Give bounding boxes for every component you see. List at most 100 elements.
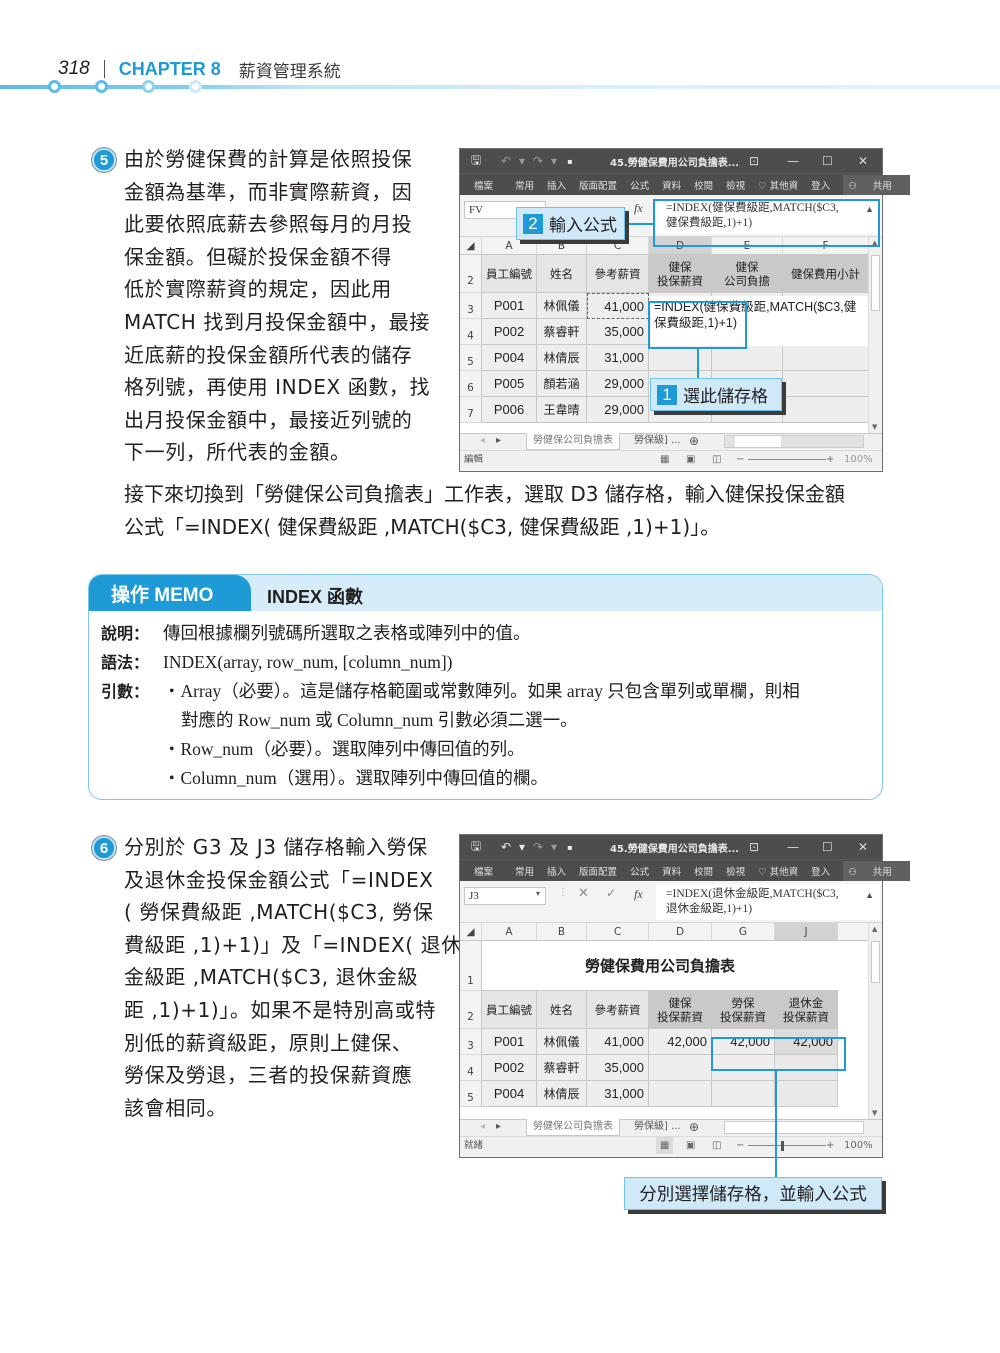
- prev-sheet-icon[interactable]: ◂: [480, 435, 485, 446]
- cell-id[interactable]: P005: [482, 371, 537, 397]
- cell-name[interactable]: 林倩辰: [537, 345, 587, 371]
- cell-g[interactable]: [712, 1081, 775, 1107]
- row-header[interactable]: 3: [460, 293, 482, 319]
- page-layout-view-icon[interactable]: ▣: [686, 451, 695, 468]
- cell-f[interactable]: [783, 345, 869, 371]
- header-cell[interactable]: 參考薪資: [587, 255, 649, 293]
- sign-in-link[interactable]: 登入: [811, 178, 830, 192]
- name-box-dropdown-icon[interactable]: ▾: [536, 889, 540, 898]
- tell-me-button[interactable]: ♡ 其他資: [758, 864, 798, 878]
- undo-dropdown-icon[interactable]: ▾: [514, 840, 530, 854]
- undo-icon[interactable]: ↶: [498, 154, 514, 168]
- sheet-title-cell[interactable]: 勞健保費用公司負擔表: [482, 941, 838, 991]
- row-header[interactable]: 2: [460, 255, 482, 293]
- tab-view[interactable]: 檢視: [726, 178, 745, 192]
- tab-file[interactable]: 檔案: [474, 864, 493, 878]
- header-cell[interactable]: 健保 公司負擔: [712, 255, 783, 293]
- tab-data[interactable]: 資料: [662, 864, 681, 878]
- cell-id[interactable]: P002: [482, 1055, 537, 1081]
- normal-view-icon[interactable]: ▦: [656, 1137, 674, 1154]
- tab-file[interactable]: 檔案: [474, 178, 493, 192]
- sign-in-link[interactable]: 登入: [811, 864, 830, 878]
- close-icon[interactable]: ✕: [858, 840, 868, 854]
- customize-toolbar-icon[interactable]: ▪: [562, 843, 578, 852]
- header-cell[interactable]: 健保 投保薪資: [649, 991, 712, 1029]
- cell-id[interactable]: P002: [482, 319, 537, 345]
- sheet-tab[interactable]: 勞保級] ...: [628, 1119, 687, 1136]
- row-header[interactable]: 1: [460, 941, 482, 991]
- header-cell[interactable]: 員工編號: [482, 991, 537, 1029]
- cell-name[interactable]: 蔡睿軒: [537, 1055, 587, 1081]
- cell-name[interactable]: 王韋晴: [537, 397, 587, 423]
- next-sheet-icon[interactable]: ▸: [496, 435, 501, 446]
- tab-home[interactable]: 常用: [515, 178, 534, 192]
- cell-f[interactable]: [783, 371, 869, 397]
- row-header[interactable]: 7: [460, 397, 482, 423]
- sheet-tab[interactable]: 勞保級] ...: [628, 433, 687, 450]
- formula-bar-grip[interactable]: ⋮: [558, 887, 568, 898]
- share-button[interactable]: ⚇ 共用: [843, 860, 910, 881]
- tab-formulas[interactable]: 公式: [630, 864, 649, 878]
- minimize-icon[interactable]: —: [787, 840, 799, 854]
- column-header[interactable]: B: [537, 923, 587, 941]
- cell-name[interactable]: 蔡睿軒: [537, 319, 587, 345]
- zoom-out-icon[interactable]: −: [736, 1137, 744, 1154]
- vertical-scrollbar[interactable]: ▲ ▼: [868, 923, 882, 1119]
- row-header[interactable]: 6: [460, 371, 482, 397]
- tab-review[interactable]: 校閱: [694, 178, 713, 192]
- tab-view[interactable]: 檢視: [726, 864, 745, 878]
- cell-salary[interactable]: 35,000: [587, 319, 649, 345]
- header-cell[interactable]: 姓名: [537, 991, 587, 1029]
- cell-salary[interactable]: 29,000: [587, 397, 649, 423]
- tab-formulas[interactable]: 公式: [630, 178, 649, 192]
- cell-name[interactable]: 顏若涵: [537, 371, 587, 397]
- prev-sheet-icon[interactable]: ◂: [480, 1121, 485, 1132]
- page-layout-view-icon[interactable]: ▣: [686, 1137, 695, 1154]
- ribbon-display-icon[interactable]: ⊡: [749, 840, 759, 854]
- header-cell[interactable]: 健保 投保薪資: [649, 255, 712, 293]
- zoom-level[interactable]: 100%: [844, 1137, 873, 1154]
- cell-salary[interactable]: 31,000: [587, 1081, 649, 1107]
- cell-d[interactable]: 42,000: [649, 1029, 712, 1055]
- cell-salary[interactable]: 41,000: [587, 1029, 649, 1055]
- cell-id[interactable]: P004: [482, 345, 537, 371]
- tab-data[interactable]: 資料: [662, 178, 681, 192]
- row-header[interactable]: 5: [460, 345, 482, 371]
- enter-icon[interactable]: ✓: [606, 886, 616, 900]
- cell-d[interactable]: [649, 1081, 712, 1107]
- row-header[interactable]: 3: [460, 1029, 482, 1055]
- cell-id[interactable]: P006: [482, 397, 537, 423]
- tab-review[interactable]: 校閱: [694, 864, 713, 878]
- redo-icon[interactable]: ↷: [530, 840, 546, 854]
- redo-icon[interactable]: ↷: [530, 154, 546, 168]
- add-sheet-icon[interactable]: ⊕: [689, 434, 699, 448]
- cell-salary[interactable]: 35,000: [587, 1055, 649, 1081]
- header-cell[interactable]: 健保費用小計: [783, 255, 869, 293]
- column-header[interactable]: C: [587, 923, 649, 941]
- column-header[interactable]: D: [649, 923, 712, 941]
- vertical-scrollbar[interactable]: ▲ ▼: [868, 237, 882, 433]
- formula-input[interactable]: =INDEX(退休金級距,MATCH($C3, 退休金級距,1)+1) ▲: [656, 884, 880, 920]
- close-icon[interactable]: ✕: [858, 154, 868, 168]
- horizontal-scrollbar[interactable]: [724, 435, 864, 448]
- tab-page-layout[interactable]: 版面配置: [579, 864, 617, 878]
- header-cell[interactable]: 參考薪資: [587, 991, 649, 1029]
- insert-function-icon[interactable]: fx: [634, 887, 643, 902]
- ribbon-display-icon[interactable]: ⊡: [749, 154, 759, 168]
- cell-name[interactable]: 林佩儀: [537, 1029, 587, 1055]
- share-button[interactable]: ⚇ 共用: [843, 174, 910, 195]
- select-all-corner[interactable]: ◢: [460, 237, 482, 255]
- header-cell[interactable]: 退休金 投保薪資: [775, 991, 838, 1029]
- minimize-icon[interactable]: —: [787, 154, 799, 168]
- cell-id[interactable]: P004: [482, 1081, 537, 1107]
- column-header[interactable]: J: [775, 923, 838, 941]
- tab-page-layout[interactable]: 版面配置: [579, 178, 617, 192]
- tell-me-button[interactable]: ♡ 其他資: [758, 178, 798, 192]
- row-header[interactable]: 4: [460, 1055, 482, 1081]
- cell-id[interactable]: P001: [482, 1029, 537, 1055]
- redo-dropdown-icon[interactable]: ▾: [546, 840, 562, 854]
- tab-insert[interactable]: 插入: [547, 178, 566, 192]
- cell-name[interactable]: 林佩儀: [537, 293, 587, 319]
- tab-home[interactable]: 常用: [515, 864, 534, 878]
- add-sheet-icon[interactable]: ⊕: [689, 1120, 699, 1134]
